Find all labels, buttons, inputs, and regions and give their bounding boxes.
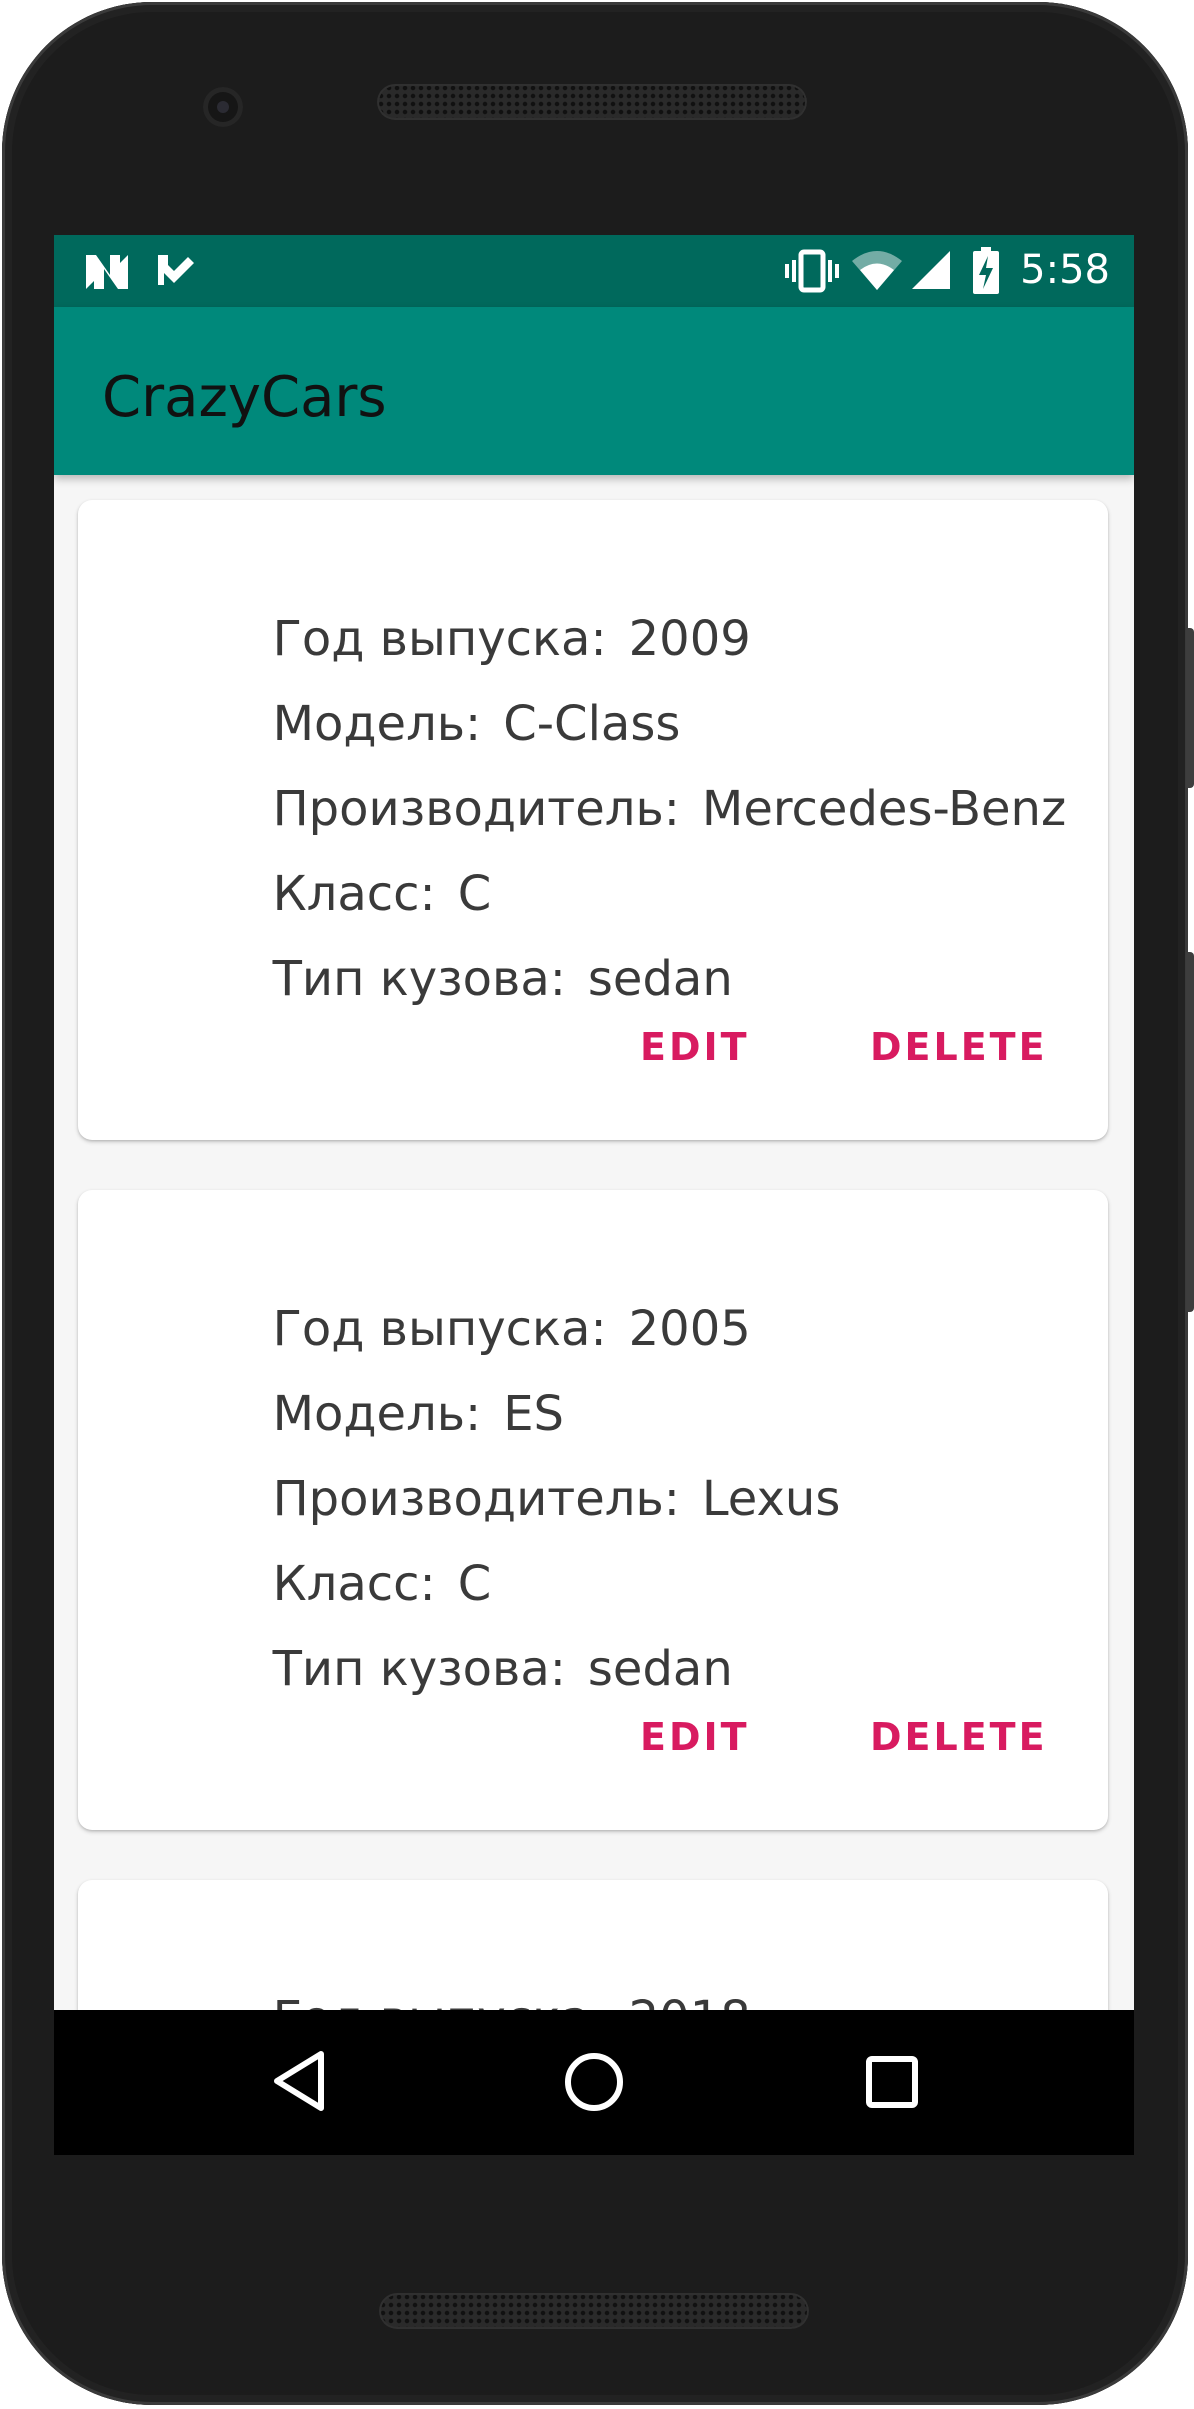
back-icon[interactable] bbox=[269, 2048, 329, 2119]
power-button bbox=[1186, 628, 1194, 788]
car-card: Год выпуска: 2005 Модель: ES Производитель… bbox=[78, 1190, 1108, 1830]
battery-charging-icon bbox=[972, 247, 1000, 300]
app-title: CrazyCars bbox=[102, 365, 387, 430]
edit-button[interactable]: EDIT bbox=[640, 1025, 750, 1069]
delete-button[interactable]: DELETE bbox=[870, 1715, 1048, 1759]
vibrate-icon bbox=[784, 249, 840, 298]
phone-frame: 5:58 CrazyCars Год выпуска: 2009 Модель: C… bbox=[2, 2, 1194, 2405]
download-check-icon bbox=[154, 251, 198, 296]
top-speaker bbox=[377, 84, 807, 120]
home-icon[interactable] bbox=[562, 2050, 626, 2119]
body-value: sedan bbox=[587, 1641, 733, 1697]
status-bar: 5:58 bbox=[54, 235, 1134, 307]
bottom-speaker bbox=[379, 2293, 809, 2329]
screen: 5:58 CrazyCars Год выпуска: 2009 Модель: C… bbox=[54, 235, 1134, 2155]
year-value: 2005 bbox=[628, 1301, 751, 1357]
maker-value: Lexus bbox=[701, 1471, 841, 1527]
signal-icon bbox=[910, 249, 952, 296]
car-card: Год выпуска: 2009 Модель: C-Class Производ… bbox=[78, 500, 1108, 1140]
recents-icon[interactable] bbox=[864, 2054, 920, 2115]
body-value: sedan bbox=[587, 951, 733, 1007]
car-list[interactable]: Год выпуска: 2009 Модель: C-Class Производ… bbox=[54, 475, 1134, 2155]
navigation-bar bbox=[54, 2010, 1134, 2155]
wifi-icon bbox=[851, 249, 903, 296]
body-label: Тип кузова: bbox=[272, 1641, 566, 1697]
n-logo-icon bbox=[84, 253, 130, 296]
maker-value: Mercedes-Benz bbox=[701, 781, 1067, 837]
status-time: 5:58 bbox=[1020, 247, 1110, 293]
body-label: Тип кузова: bbox=[272, 951, 566, 1007]
volume-button bbox=[1186, 952, 1194, 1312]
front-camera bbox=[203, 87, 243, 127]
delete-button[interactable]: DELETE bbox=[870, 1025, 1048, 1069]
app-bar: CrazyCars bbox=[54, 307, 1134, 475]
edit-button[interactable]: EDIT bbox=[640, 1715, 750, 1759]
